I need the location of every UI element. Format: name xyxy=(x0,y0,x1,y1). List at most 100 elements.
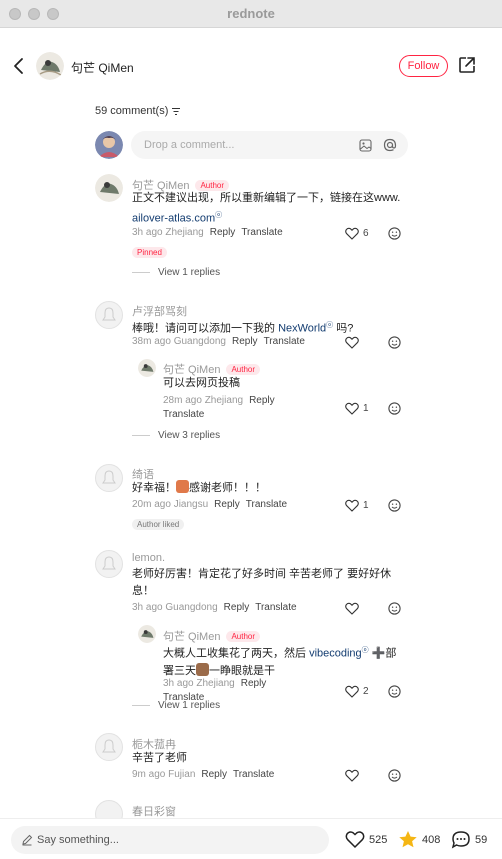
translate-button[interactable]: Translate xyxy=(264,336,305,347)
emoji-sticker xyxy=(176,480,189,493)
heart-icon xyxy=(345,336,359,349)
like-button[interactable]: 1 xyxy=(345,499,369,512)
post-star-button[interactable]: 408 xyxy=(398,830,440,849)
reply-avatar[interactable] xyxy=(138,625,156,643)
reply-avatar[interactable] xyxy=(138,359,156,377)
like-button[interactable]: 1 xyxy=(345,402,369,415)
sort-icon[interactable] xyxy=(171,107,181,116)
image-icon[interactable] xyxy=(359,139,372,152)
bottom-action-bar: Say something... 525 408 59 xyxy=(0,818,502,859)
reply-button[interactable]: Reply xyxy=(232,336,258,347)
say-something-input[interactable]: Say something... xyxy=(11,826,329,854)
comment-text: 棒哦！请问可以添加一下我的 NexWorldⓞ 吗? xyxy=(132,322,354,335)
reply-link[interactable]: vibecoding xyxy=(309,648,362,660)
emoji-reaction-icon[interactable] xyxy=(388,227,401,240)
comment-text: 辛苦了老师 xyxy=(132,752,187,764)
window-titlebar: rednote xyxy=(0,0,502,28)
like-count: 6 xyxy=(363,228,369,239)
like-button[interactable] xyxy=(345,602,363,615)
like-count: 1 xyxy=(363,403,369,414)
emoji-reaction-icon[interactable] xyxy=(388,336,401,349)
say-something-placeholder: Say something... xyxy=(37,834,119,846)
translate-button[interactable]: Translate xyxy=(246,499,287,510)
my-avatar xyxy=(95,131,123,159)
follow-button[interactable]: Follow xyxy=(399,55,448,77)
post-like-button[interactable]: 525 xyxy=(345,830,387,849)
pencil-icon xyxy=(22,834,33,846)
translate-button[interactable]: Translate xyxy=(233,769,274,780)
commenter-avatar[interactable] xyxy=(95,733,123,761)
heart-icon xyxy=(345,227,359,240)
translate-button[interactable]: Translate xyxy=(163,409,204,420)
chevron-left-icon[interactable] xyxy=(10,56,28,76)
heart-icon xyxy=(345,831,365,849)
heart-icon xyxy=(345,602,359,615)
reply-button[interactable]: Reply xyxy=(214,499,240,510)
author-liked-tag: Author liked xyxy=(132,519,185,530)
commenter-name[interactable]: 春日彩窗 xyxy=(132,803,176,819)
commenter-avatar[interactable] xyxy=(95,301,123,329)
reply-button[interactable]: Reply xyxy=(201,769,227,780)
comment-input[interactable]: Drop a comment... xyxy=(131,131,408,159)
reply-meta: 3h ago Zhejiang Reply xyxy=(163,678,267,689)
reply-button[interactable]: Reply xyxy=(249,395,275,406)
comment-text: 正文不建议出现，所以重新编辑了一下，链接在这www. ailover-atlas.… xyxy=(132,192,401,225)
emoji-reaction-icon[interactable] xyxy=(388,769,401,782)
comment-text: 好幸福！ 感谢老师！！！ xyxy=(132,480,266,494)
like-button[interactable] xyxy=(345,769,363,782)
share-external-icon[interactable] xyxy=(458,56,476,74)
emoji-reaction-icon[interactable] xyxy=(388,602,401,615)
commenter-avatar[interactable] xyxy=(95,550,123,578)
comment-count-label: 59 comment(s) xyxy=(95,105,169,117)
post-comment-count: 59 xyxy=(475,833,488,846)
reply-button[interactable]: Reply xyxy=(224,602,250,613)
comment-link[interactable]: ailover-atlas.com xyxy=(132,213,215,225)
comment-meta: 20m ago Jiangsu Reply Translate xyxy=(132,499,288,510)
like-button[interactable]: 2 xyxy=(345,685,369,698)
comment-meta: 3h ago Guangdong Reply Translate xyxy=(132,602,297,613)
author-avatar[interactable] xyxy=(36,52,64,80)
like-count: 1 xyxy=(363,500,369,511)
comment-meta: 3h ago Zhejiang Reply Translate xyxy=(132,227,283,238)
reply-button[interactable]: Reply xyxy=(241,678,267,689)
star-icon xyxy=(399,831,417,848)
emoji-reaction-icon[interactable] xyxy=(388,499,401,512)
commenter-avatar[interactable] xyxy=(95,174,123,202)
like-count: 2 xyxy=(363,686,369,697)
author-badge: Author xyxy=(226,631,261,642)
author-badge: Author xyxy=(226,364,261,375)
reply-text: 可以去网页投稿 xyxy=(163,377,240,389)
at-mention-icon[interactable] xyxy=(383,138,397,152)
view-replies-button[interactable]: View 1 replies xyxy=(132,267,220,278)
reply-meta: 28m ago Zhejiang Reply xyxy=(163,395,275,406)
comment-link[interactable]: NexWorld xyxy=(278,323,326,335)
view-replies-button[interactable]: View 3 replies xyxy=(132,430,220,441)
view-replies-button[interactable]: View 1 replies xyxy=(132,700,220,711)
pinned-tag: Pinned xyxy=(132,247,167,258)
reply-button[interactable]: Reply xyxy=(210,227,236,238)
comment-input-placeholder: Drop a comment... xyxy=(144,139,235,151)
commenter-name[interactable]: lemon. xyxy=(132,552,165,564)
post-comment-button[interactable]: 59 xyxy=(451,830,487,849)
heart-icon xyxy=(345,499,359,512)
like-button[interactable] xyxy=(345,336,363,349)
author-name[interactable]: 句芒 QiMen xyxy=(71,59,134,76)
translate-button[interactable]: Translate xyxy=(241,227,282,238)
post-star-count: 408 xyxy=(422,833,441,846)
window-title: rednote xyxy=(227,6,275,21)
like-button[interactable]: 6 xyxy=(345,227,369,240)
comment-bubble-icon xyxy=(451,831,470,849)
heart-icon xyxy=(345,402,359,415)
comment-meta: 38m ago Guangdong Reply Translate xyxy=(132,336,305,347)
emoji-reaction-icon[interactable] xyxy=(388,685,401,698)
post-like-count: 525 xyxy=(369,833,388,846)
emoji-reaction-icon[interactable] xyxy=(388,402,401,415)
translate-button[interactable]: Translate xyxy=(255,602,296,613)
reply-meta-line2: Translate xyxy=(163,409,204,420)
commenter-avatar[interactable] xyxy=(95,464,123,492)
emoji-sticker xyxy=(196,662,209,676)
reply-text: 大概人工收集花了两天，然后 vibecodingⓞ ➕部署三天 一睁眼就是干 xyxy=(163,647,397,677)
comment-count: 59 comment(s) xyxy=(95,105,181,117)
comment-meta: 9m ago Fujian Reply Translate xyxy=(132,769,275,780)
comment-text: 老师好厉害！肯定花了好多时间 辛苦老师了 要好好休息！ xyxy=(132,568,392,597)
